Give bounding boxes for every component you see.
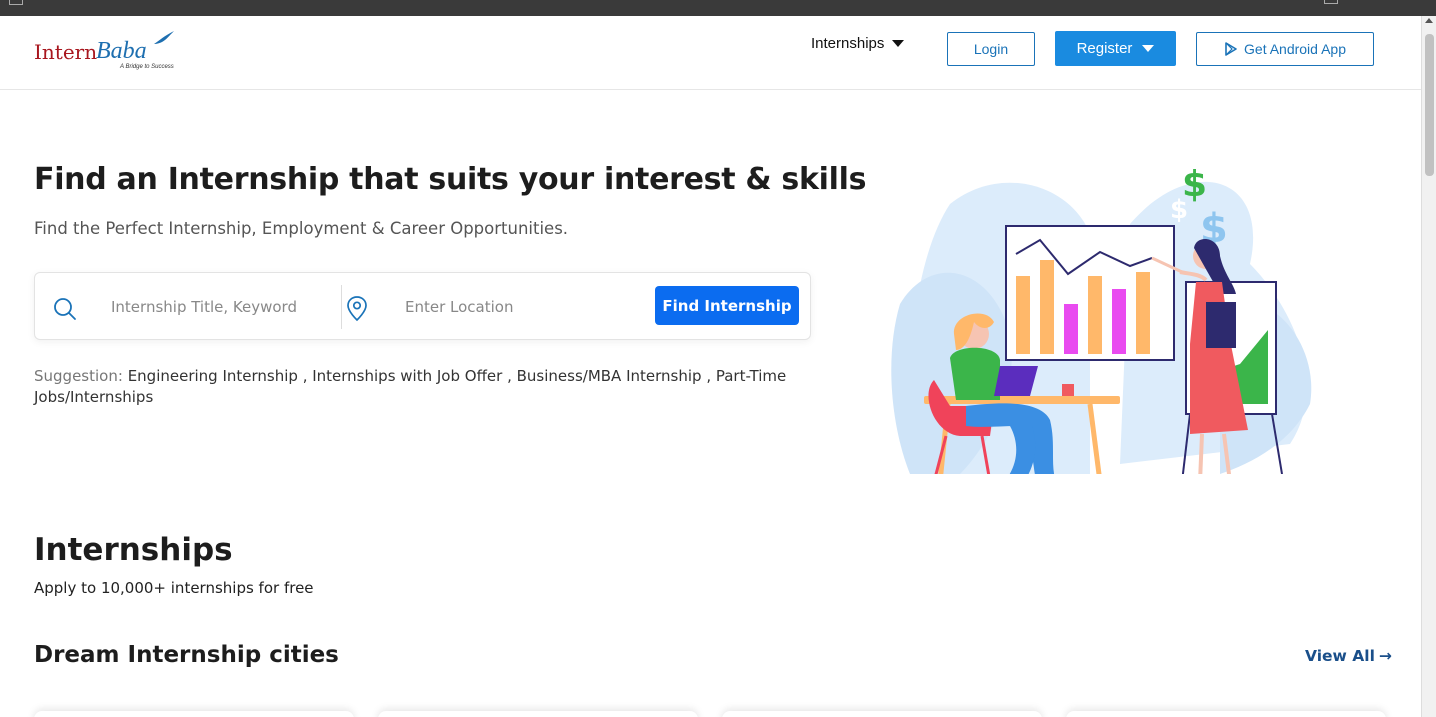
find-internship-label: Find Internship — [662, 296, 792, 315]
window-control-icon — [1324, 0, 1338, 4]
page: Intern Baba A Bridge to Success Internsh… — [0, 16, 1421, 717]
location-pin-icon — [347, 296, 367, 322]
play-store-icon — [1225, 42, 1237, 56]
nav-internships-dropdown[interactable]: Internships — [811, 35, 905, 52]
scrollbar-thumb[interactable] — [1425, 34, 1434, 176]
logo-baba-text: Baba — [96, 38, 147, 64]
register-button[interactable]: Register — [1055, 31, 1176, 66]
hero-subtitle: Find the Perfect Internship, Employment … — [34, 219, 569, 238]
suggestion-job-offer[interactable]: Internships with Job Offer — [312, 367, 502, 385]
vertical-scrollbar[interactable] — [1421, 16, 1436, 717]
search-icon — [54, 298, 76, 320]
search-input[interactable] — [97, 291, 327, 323]
nav-internships-label: Internships — [811, 35, 885, 52]
search-divider — [341, 285, 342, 329]
find-internship-button[interactable]: Find Internship — [655, 286, 799, 325]
site-header: Intern Baba A Bridge to Success Internsh… — [0, 16, 1421, 90]
logo-intern-text: Intern — [34, 40, 98, 64]
register-label: Register — [1076, 40, 1133, 57]
city-card[interactable] — [1066, 711, 1386, 717]
logo-tagline: A Bridge to Success — [120, 64, 174, 70]
dream-cities-title: Dream Internship cities — [34, 642, 339, 668]
suggestion-engineering[interactable]: Engineering Internship — [128, 367, 298, 385]
hero-title: Find an Internship that suits your inter… — [34, 162, 867, 197]
city-card[interactable] — [34, 711, 354, 717]
hero-illustration: $ $ $ — [891, 164, 1312, 474]
suggestion-mba[interactable]: Business/MBA Internship — [517, 367, 702, 385]
city-card[interactable] — [378, 711, 698, 717]
location-input[interactable] — [391, 291, 631, 323]
search-box: Find Internship — [34, 272, 811, 340]
suggestion-label: Suggestion: — [34, 367, 123, 385]
window-icon — [9, 0, 23, 5]
bird-icon — [154, 31, 174, 44]
caret-down-icon — [1142, 45, 1155, 52]
scroll-up-arrow-icon[interactable] — [1425, 18, 1433, 23]
caret-down-icon — [892, 40, 905, 47]
arrow-right-icon: → — [1378, 647, 1392, 665]
view-all-link[interactable]: View All → — [1305, 647, 1392, 665]
internships-section-title: Internships — [34, 532, 233, 568]
get-android-app-button[interactable]: Get Android App — [1196, 32, 1374, 66]
city-card[interactable] — [722, 711, 1042, 717]
login-button[interactable]: Login — [947, 32, 1035, 66]
logo[interactable]: Intern Baba A Bridge to Success — [34, 30, 184, 74]
suggestions: Suggestion: Engineering Internship , Int… — [34, 367, 787, 406]
browser-top-bar — [0, 0, 1436, 16]
login-label: Login — [973, 41, 1009, 57]
android-label: Get Android App — [1244, 41, 1346, 57]
svg-text:$: $ — [1170, 195, 1188, 225]
internships-section-subtitle: Apply to 10,000+ internships for free — [34, 579, 314, 597]
view-all-label: View All — [1305, 647, 1375, 665]
